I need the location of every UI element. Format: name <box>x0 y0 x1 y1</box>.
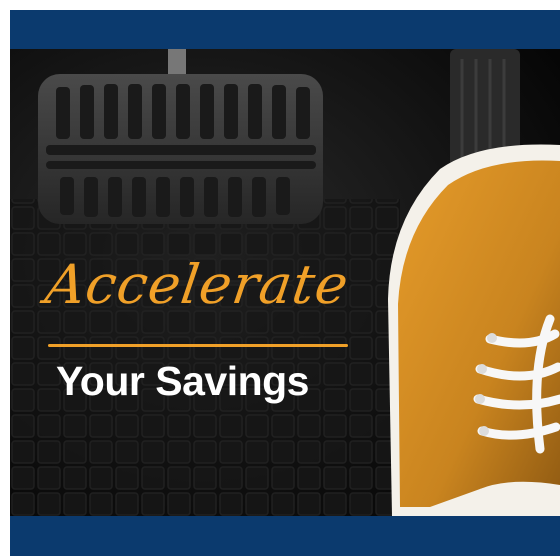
bottom-brand-band <box>10 516 560 556</box>
top-brand-band <box>10 10 560 49</box>
banner-frame: Accelerate Your Savings <box>10 10 560 556</box>
photo-illustration <box>10 49 560 516</box>
pedal-photo <box>10 49 560 516</box>
